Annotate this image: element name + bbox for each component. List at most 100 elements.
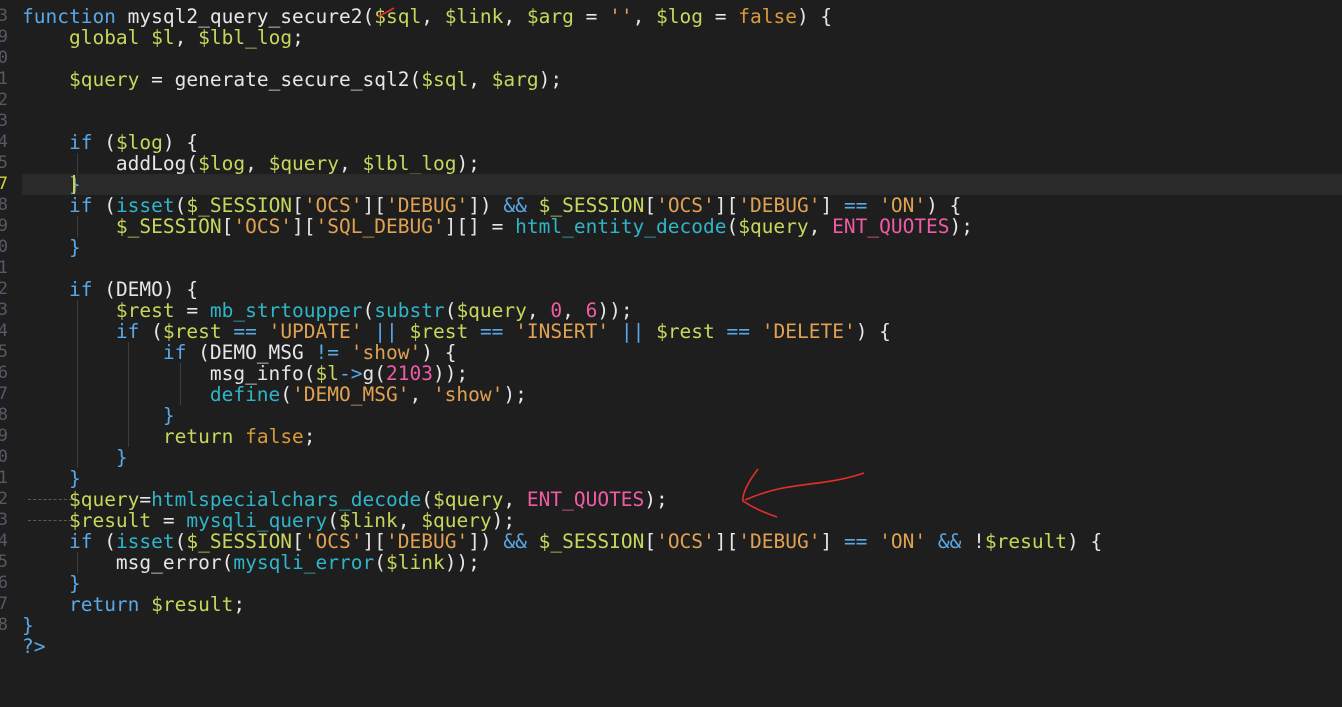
code-line[interactable]: $result = mysqli_query($link, $query); (22, 510, 1342, 531)
indent-guide (128, 363, 130, 384)
code-line[interactable] (22, 111, 1342, 132)
code-token: $query (432, 488, 504, 511)
text-caret (73, 175, 75, 194)
code-line[interactable]: } (22, 573, 1342, 594)
code-token: ( (92, 530, 116, 553)
code-token: = (573, 5, 610, 28)
indent-guide (128, 384, 130, 405)
code-line[interactable]: return $result; (22, 594, 1342, 615)
code-line[interactable] (22, 90, 1342, 111)
code-token: htmlspecialchars_decode (151, 488, 422, 511)
line-number (0, 636, 8, 657)
code-token: = (139, 488, 152, 511)
code-line[interactable]: } (22, 468, 1342, 489)
code-line[interactable]: } (22, 615, 1342, 636)
code-line[interactable]: addLog($log, $query, $lbl_log); (22, 153, 1342, 174)
code-line[interactable]: if ($rest == 'UPDATE' || $rest == 'INSER… (22, 321, 1342, 342)
code-line[interactable]: msg_info($l->g(2103)); (22, 363, 1342, 384)
indent-guide (128, 342, 130, 363)
code-token: 'DEBUG' (738, 194, 821, 217)
code-token: ( (186, 152, 199, 175)
code-token: return (68, 593, 140, 616)
code-token: ]) (468, 194, 504, 217)
code-token: ) { (1067, 530, 1103, 553)
code-token: ; (303, 425, 316, 448)
code-line[interactable]: if (DEMO_MSG != 'show') { (22, 342, 1342, 363)
code-token: , (526, 299, 551, 322)
code-token: return (162, 425, 234, 448)
code-line[interactable]: $_SESSION['OCS']['SQL_DEBUG'][] = html_e… (22, 216, 1342, 237)
code-token: $lbl_log (362, 152, 457, 175)
code-token: 6 (585, 299, 598, 322)
code-token: function (22, 5, 128, 28)
code-token: , (503, 5, 527, 28)
code-token: ) { (162, 278, 199, 301)
code-token: [ (292, 194, 304, 217)
line-number: 0 (0, 48, 8, 68)
code-token: , (632, 5, 657, 28)
code-editor[interactable]: 390123457890123456789012345678 function … (0, 0, 1342, 707)
code-token: $_SESSION (115, 215, 222, 238)
code-token: == (479, 320, 504, 343)
line-number: 3 (0, 510, 8, 530)
code-area[interactable]: function mysql2_query_secure2($sql, $lin… (22, 6, 1342, 657)
code-line[interactable]: define('DEMO_MSG', 'show'); (22, 384, 1342, 405)
code-token: $link (444, 5, 504, 28)
code-token: == (233, 320, 257, 343)
code-line[interactable]: if ($log) { (22, 132, 1342, 153)
code-token: != (315, 341, 340, 364)
code-line[interactable]: function mysql2_query_secure2($sql, $lin… (22, 6, 1342, 27)
code-token: $rest (115, 299, 175, 322)
code-line[interactable]: } (22, 237, 1342, 258)
code-line[interactable] (22, 258, 1342, 279)
code-token: $l (151, 26, 175, 49)
code-line[interactable]: ?> (22, 636, 1342, 657)
whitespace-marker (28, 520, 72, 521)
code-line[interactable]: } (22, 174, 1342, 195)
line-number: 2 (0, 90, 8, 110)
code-line[interactable]: if (DEMO) { (22, 279, 1342, 300)
line-number: 2 (0, 279, 8, 299)
code-line[interactable]: } (22, 405, 1342, 426)
code-line[interactable]: } (22, 447, 1342, 468)
code-token: $log (115, 131, 163, 154)
line-number: 0 (0, 237, 8, 257)
code-token: $query (456, 299, 527, 322)
code-token: ( (186, 341, 210, 364)
code-token: html_entity_decode (515, 215, 727, 238)
indent-guide (76, 300, 78, 321)
code-line[interactable]: if (isset($_SESSION['OCS']['DEBUG']) && … (22, 195, 1342, 216)
code-token: } (68, 236, 81, 259)
code-line[interactable] (22, 48, 1342, 69)
code-token: , (503, 488, 527, 511)
code-token: $link (385, 551, 445, 574)
code-token: ENT_QUOTES (832, 215, 950, 238)
code-line[interactable]: msg_error(mysqli_error($link)); (22, 552, 1342, 573)
code-token: ; (292, 26, 304, 49)
code-token: ( (362, 5, 375, 28)
line-number: 4 (0, 531, 8, 551)
code-token: 'ON' (879, 194, 927, 217)
line-number: 5 (0, 153, 8, 173)
code-token: g (362, 362, 375, 385)
code-line[interactable]: $query=htmlspecialchars_decode($query, E… (22, 489, 1342, 510)
code-line[interactable]: $rest = mb_strtoupper(substr($query, 0, … (22, 300, 1342, 321)
code-line[interactable]: $query = generate_secure_sql2($sql, $arg… (22, 69, 1342, 90)
code-token: 'DEBUG' (386, 530, 469, 553)
code-token: , (245, 152, 269, 175)
line-number: 3 (0, 6, 8, 26)
code-line[interactable]: global $l, $lbl_log; (22, 27, 1342, 48)
code-line[interactable]: if (isset($_SESSION['OCS']['DEBUG']) && … (22, 531, 1342, 552)
code-line[interactable]: return false; (22, 426, 1342, 447)
code-token: ?> (22, 635, 46, 658)
